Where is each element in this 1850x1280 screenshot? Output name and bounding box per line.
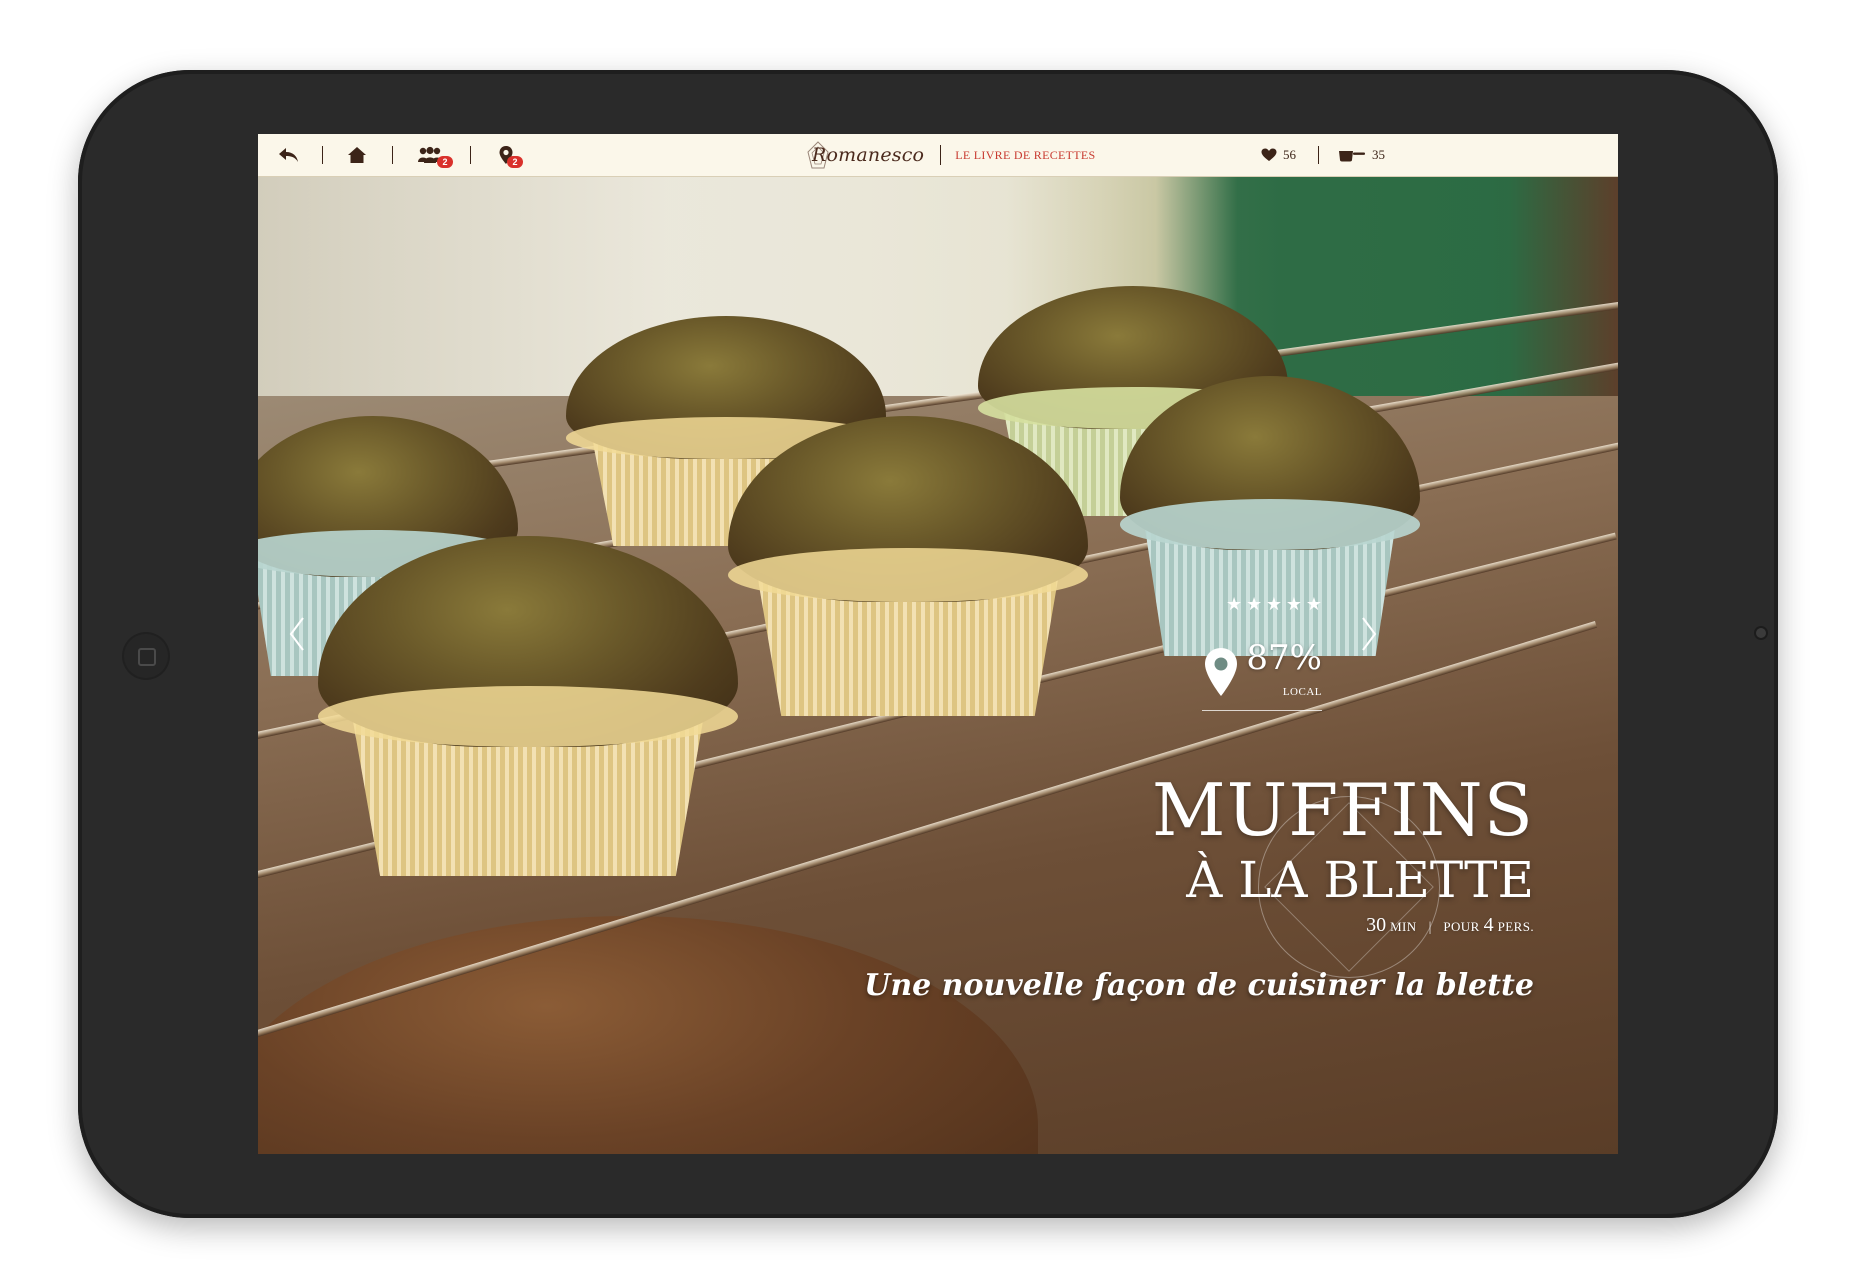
pot-icon bbox=[1339, 151, 1365, 162]
back-arrow-icon bbox=[279, 148, 298, 162]
romanesco-logo-icon bbox=[807, 141, 829, 169]
location-pin-icon bbox=[1205, 648, 1237, 696]
brand: Romanesco LE LIVRE DE RECETTES bbox=[806, 134, 1096, 176]
recipe-hero-photo bbox=[258, 176, 1618, 1154]
likes-counter[interactable]: 56 bbox=[1261, 134, 1296, 176]
star-icon: ★ bbox=[1226, 594, 1243, 615]
home-icon bbox=[348, 147, 366, 163]
community-button[interactable]: 2 bbox=[410, 134, 453, 176]
cooked-counter[interactable]: 35 bbox=[1338, 134, 1385, 176]
rating-stars: ★ ★ ★ ★ ★ bbox=[1226, 596, 1322, 614]
back-button[interactable] bbox=[274, 134, 304, 176]
home-button[interactable] bbox=[342, 134, 372, 176]
location-badge: 2 bbox=[507, 156, 523, 168]
divider bbox=[1202, 710, 1322, 711]
local-label: LOCAL bbox=[1282, 686, 1322, 698]
servings-value: 4 bbox=[1483, 914, 1494, 936]
nav-separator bbox=[470, 146, 471, 164]
meta-separator: | bbox=[1428, 920, 1432, 935]
recipe-title-line-2: À LA BLETTE bbox=[1186, 851, 1534, 909]
chevron-right-icon bbox=[1362, 617, 1377, 651]
nav-separator bbox=[392, 146, 393, 164]
star-icon: ★ bbox=[1265, 594, 1283, 615]
device-camera bbox=[1756, 628, 1766, 638]
brand-separator bbox=[940, 145, 942, 165]
local-score: 87% LOCAL bbox=[1202, 634, 1322, 724]
star-icon: ★ bbox=[1285, 594, 1302, 615]
location-button[interactable]: 2 bbox=[488, 134, 524, 176]
recipe-title-line-1: MUFFINS bbox=[1151, 768, 1534, 852]
previous-recipe-button[interactable] bbox=[282, 604, 312, 664]
star-icon: ★ bbox=[1305, 594, 1322, 615]
community-badge: 2 bbox=[437, 156, 453, 168]
chevron-left-icon bbox=[289, 617, 304, 651]
top-navigation-bar: 2 2 Romanesco LE LIVRE DE RECETTES 56 35 bbox=[258, 134, 1618, 177]
nav-separator bbox=[322, 146, 323, 164]
stage: 2 2 Romanesco LE LIVRE DE RECETTES 56 35… bbox=[0, 0, 1850, 1280]
likes-count: 56 bbox=[1283, 147, 1296, 162]
muffin bbox=[728, 416, 1088, 716]
prep-time-value: 30 bbox=[1366, 914, 1387, 936]
section-title: LE LIVRE DE RECETTES bbox=[955, 147, 1096, 162]
nav-separator bbox=[1318, 146, 1319, 164]
recipe-meta: 30 MIN | POUR 4 PERS. bbox=[1366, 914, 1534, 937]
star-icon: ★ bbox=[1245, 594, 1263, 615]
prep-time-unit: MIN bbox=[1390, 919, 1417, 934]
local-percent: 87% bbox=[1246, 638, 1322, 678]
cooked-count: 35 bbox=[1372, 147, 1385, 162]
device-home-button[interactable] bbox=[124, 634, 168, 678]
next-recipe-button[interactable] bbox=[1354, 604, 1384, 664]
servings-unit: PERS. bbox=[1497, 919, 1534, 934]
heart-icon bbox=[1261, 148, 1277, 161]
servings-prefix: POUR bbox=[1443, 919, 1480, 934]
recipe-tagline: Une nouvelle façon de cuisiner la blette bbox=[864, 968, 1534, 1003]
app-screen: 2 2 Romanesco LE LIVRE DE RECETTES 56 35… bbox=[258, 134, 1618, 1154]
muffin bbox=[318, 536, 738, 876]
